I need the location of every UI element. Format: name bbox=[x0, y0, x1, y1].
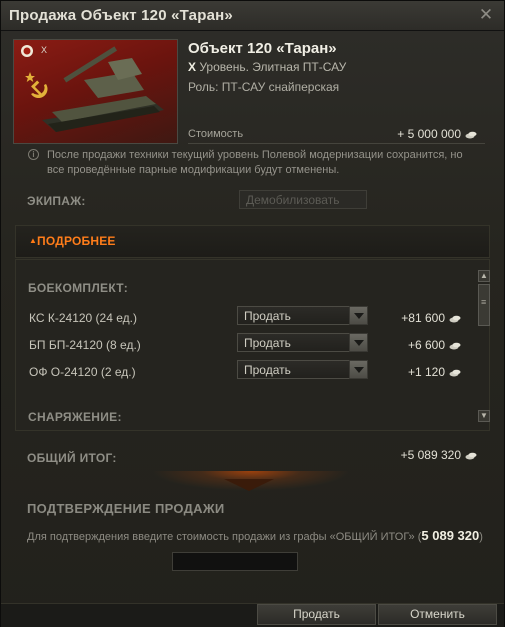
cost-divider bbox=[188, 143, 485, 144]
credits-icon bbox=[449, 315, 461, 323]
dialog-title: Продажа Объект 120 «Таран» bbox=[9, 7, 233, 24]
sell-button[interactable]: Продать bbox=[257, 604, 376, 625]
tank-level-number: X bbox=[188, 60, 197, 74]
crew-select: Демобилизовать bbox=[239, 190, 367, 209]
tank-level-text: Уровень. Элитная ПТ-САУ bbox=[196, 60, 347, 74]
sell-dialog: Продажа Объект 120 «Таран» ✕ X Объект 12… bbox=[0, 0, 505, 627]
ammo-action-select[interactable]: Продать bbox=[237, 306, 368, 325]
scroll-up-icon[interactable]: ▲ bbox=[478, 270, 490, 282]
close-icon[interactable]: ✕ bbox=[476, 5, 496, 25]
ammo-action-select[interactable]: Продать bbox=[237, 333, 368, 352]
divider-notch bbox=[224, 479, 274, 491]
elite-badge-icon bbox=[21, 45, 33, 57]
credits-icon bbox=[465, 131, 477, 139]
ammo-label: БОЕКОМПЛЕКТ: bbox=[28, 281, 129, 295]
hammer-sickle-icon bbox=[31, 80, 48, 99]
equipment-label: СНАРЯЖЕНИЕ: bbox=[28, 410, 122, 424]
dropdown-arrow-icon bbox=[349, 360, 368, 379]
cancel-button[interactable]: Отменить bbox=[378, 604, 497, 625]
ammo-row-name: КС К-24120 (24 ед.) bbox=[29, 311, 137, 325]
tank-level: X Уровень. Элитная ПТ-САУ bbox=[188, 60, 346, 74]
ammo-value: +1 120 bbox=[407, 365, 445, 379]
confirm-text-suffix: ) bbox=[479, 531, 483, 543]
confirm-amount: 5 089 320 bbox=[421, 528, 480, 543]
details-toggle[interactable]: ▲ ПОДРОБНЕЕ bbox=[15, 225, 490, 258]
confirm-text-prefix: Для подтверждения введите стоимость прод… bbox=[27, 531, 422, 543]
ammo-action-value: Продать bbox=[244, 309, 291, 323]
cost-label: Стоимость bbox=[188, 128, 244, 140]
confirm-amount-input[interactable] bbox=[172, 552, 298, 571]
ammo-row-value: +81 600 bbox=[401, 311, 461, 325]
confirm-title: ПОДТВЕРЖДЕНИЕ ПРОДАЖИ bbox=[27, 501, 225, 516]
details-label: ПОДРОБНЕЕ bbox=[37, 234, 116, 248]
dropdown-arrow-icon bbox=[349, 306, 368, 325]
caret-up-icon: ▲ bbox=[29, 236, 37, 245]
dropdown-arrow-icon bbox=[349, 333, 368, 352]
credits-icon bbox=[449, 369, 461, 377]
total-value: +5 089 320 bbox=[401, 448, 477, 462]
cost-amount: + 5 000 000 bbox=[397, 127, 461, 141]
tank-silhouette bbox=[42, 46, 164, 132]
total-amount: +5 089 320 bbox=[400, 448, 461, 462]
title-bar: Продажа Объект 120 «Таран» ✕ bbox=[1, 1, 504, 31]
info-icon: i bbox=[28, 149, 39, 160]
scroll-down-icon[interactable]: ▼ bbox=[478, 410, 490, 422]
ammo-value: +6 600 bbox=[407, 338, 445, 352]
tank-role: Роль: ПТ-САУ снайперская bbox=[188, 80, 340, 94]
tank-name: Объект 120 «Таран» bbox=[188, 40, 337, 57]
details-scrollbar[interactable]: ▲ ▼ bbox=[478, 270, 490, 427]
confirm-instructions: Для подтверждения введите стоимость прод… bbox=[27, 528, 483, 543]
total-label: ОБЩИЙ ИТОГ: bbox=[27, 451, 117, 465]
notice-text: После продажи техники текущий уровень По… bbox=[47, 149, 463, 176]
ammo-row-value: +6 600 bbox=[408, 338, 461, 352]
badge-level: X bbox=[41, 45, 47, 55]
credits-icon bbox=[449, 342, 461, 350]
tank-image: X bbox=[13, 39, 178, 144]
crew-label: ЭКИПАЖ: bbox=[27, 194, 86, 208]
scroll-thumb[interactable] bbox=[478, 284, 490, 326]
ammo-action-select[interactable]: Продать bbox=[237, 360, 368, 379]
ammo-action-value: Продать bbox=[244, 336, 291, 350]
ammo-value: +81 600 bbox=[401, 311, 445, 325]
tank-illustration: X bbox=[21, 45, 164, 132]
ammo-action-value: Продать bbox=[244, 363, 291, 377]
ammo-row-name: БП БП-24120 (8 ед.) bbox=[29, 338, 141, 352]
credits-icon bbox=[465, 452, 477, 460]
ammo-row-name: ОФ О-24120 (2 ед.) bbox=[29, 365, 136, 379]
cost-value: + 5 000 000 bbox=[397, 127, 477, 141]
ammo-row-value: +1 120 bbox=[408, 365, 461, 379]
